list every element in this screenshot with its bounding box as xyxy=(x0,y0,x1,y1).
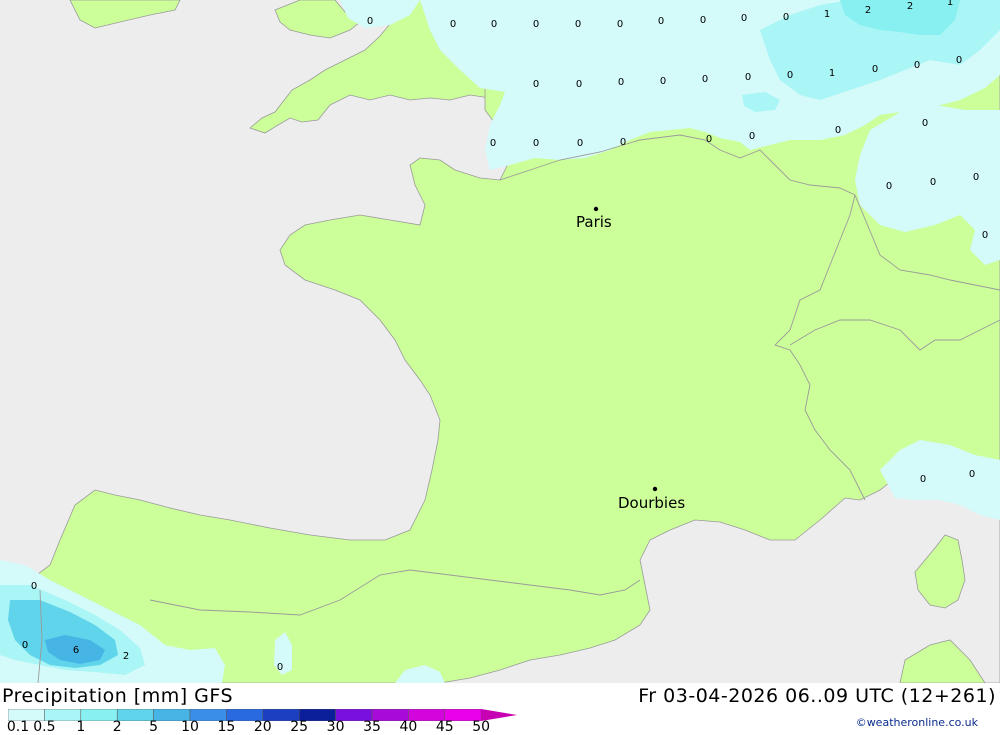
value-label: 0 xyxy=(956,55,962,66)
value-label: 1 xyxy=(829,68,835,79)
value-label: 2 xyxy=(123,651,129,662)
value-label: 0 xyxy=(576,79,582,90)
value-label: 0 xyxy=(914,60,920,71)
value-label: 0 xyxy=(787,70,793,81)
value-label: 0 xyxy=(700,15,706,26)
value-label: 0 xyxy=(783,12,789,23)
value-label: 0 xyxy=(577,138,583,149)
value-label: 0 xyxy=(969,469,975,480)
value-label: 0 xyxy=(22,640,28,651)
value-label: 1 xyxy=(947,0,953,8)
value-label: 0 xyxy=(658,16,664,27)
value-label: 0 xyxy=(706,134,712,145)
value-label: 0 xyxy=(973,172,979,183)
value-label: 1 xyxy=(824,9,830,20)
value-label: 0 xyxy=(835,125,841,136)
value-label: 0 xyxy=(930,177,936,188)
city-label-dourbies: Dourbies xyxy=(618,494,685,512)
value-label: 0 xyxy=(617,19,623,30)
value-label: 0 xyxy=(872,64,878,75)
value-label: 0 xyxy=(920,474,926,485)
value-label: 0 xyxy=(277,662,283,673)
city-label-paris: Paris xyxy=(576,213,612,231)
value-label: 0 xyxy=(618,77,624,88)
city-dot-dourbies xyxy=(652,486,658,492)
map-title: Precipitation [mm] GFS xyxy=(2,685,234,707)
value-label: 0 xyxy=(745,72,751,83)
value-label: 6 xyxy=(73,645,79,656)
value-label: 0 xyxy=(31,581,37,592)
value-label: 0 xyxy=(620,137,626,148)
value-label: 0 xyxy=(886,181,892,192)
city-dot-paris xyxy=(593,206,599,212)
value-label: 0 xyxy=(450,19,456,30)
value-label: 0 xyxy=(491,19,497,30)
value-label: 0 xyxy=(533,19,539,30)
forecast-datetime: Fr 03-04-2026 06..09 UTC (12+261) xyxy=(638,685,996,707)
value-label: 0 xyxy=(367,16,373,27)
value-label: 2 xyxy=(865,5,871,16)
value-label: 0 xyxy=(533,138,539,149)
value-label: 0 xyxy=(922,118,928,129)
precipitation-map: Paris Dourbies 0 0 0 0 0 0 0 0 0 1 2 2 1… xyxy=(0,0,1000,684)
value-label: 0 xyxy=(490,138,496,149)
value-label: 0 xyxy=(533,79,539,90)
value-label: 0 xyxy=(660,76,666,87)
credit-link[interactable]: ©weatheronline.co.uk xyxy=(856,716,978,729)
value-label: 0 xyxy=(741,13,747,24)
value-label: 0 xyxy=(749,131,755,142)
value-label: 2 xyxy=(907,1,913,12)
map-footer: Precipitation [mm] GFS Fr 03-04-2026 06.… xyxy=(0,683,1000,735)
value-label: 0 xyxy=(982,230,988,241)
value-label: 0 xyxy=(702,74,708,85)
value-label: 0 xyxy=(575,19,581,30)
legend-swatch xyxy=(116,709,154,721)
